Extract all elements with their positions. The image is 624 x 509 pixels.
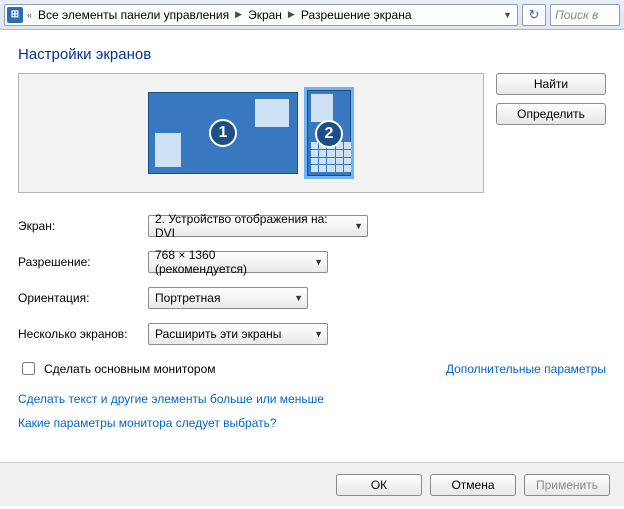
select-orientation[interactable]: Портретная ▼	[148, 287, 308, 309]
chevron-down-icon: ▼	[294, 293, 303, 303]
label-screen: Экран:	[18, 219, 148, 233]
primary-monitor-checkbox[interactable]: Сделать основным монитором	[18, 359, 216, 378]
breadcrumb[interactable]: ⊞ « Все элементы панели управления ▶ Экр…	[4, 4, 518, 26]
select-resolution-value: 768 × 1360 (рекомендуется)	[155, 248, 308, 276]
monitor-deco	[155, 133, 181, 167]
breadcrumb-leaf-label: Разрешение экрана	[301, 8, 412, 22]
display-arrange-box[interactable]: 1 2	[18, 73, 484, 193]
page-title: Настройки экранов	[18, 46, 606, 63]
chevron-down-icon: ▼	[314, 257, 323, 267]
primary-monitor-label: Сделать основным монитором	[44, 362, 216, 376]
address-dropdown[interactable]: ▼	[499, 5, 515, 25]
dialog-footer: ОК Отмена Применить	[0, 462, 624, 506]
find-button[interactable]: Найти	[496, 73, 606, 95]
search-input[interactable]: Поиск в	[550, 4, 620, 26]
identify-button[interactable]: Определить	[496, 103, 606, 125]
chevron-down-icon: ▼	[314, 329, 323, 339]
refresh-button[interactable]: ↻	[522, 4, 546, 26]
monitor-deco	[255, 99, 289, 127]
chevron-left-icon[interactable]: «	[25, 10, 34, 20]
row-multi: Несколько экранов: Расширить эти экраны …	[18, 323, 606, 345]
select-screen[interactable]: 2. Устройство отображения на: DVI ▼	[148, 215, 368, 237]
monitor-2-selected[interactable]: 2	[304, 87, 354, 179]
content-area: Настройки экранов 1 2 Найти Определи	[0, 30, 624, 430]
row-resolution: Разрешение: 768 × 1360 (рекомендуется) ▼	[18, 251, 606, 273]
chevron-down-icon: ▼	[354, 221, 363, 231]
ok-button[interactable]: ОК	[336, 474, 422, 496]
label-resolution: Разрешение:	[18, 255, 148, 269]
breadcrumb-root[interactable]: Все элементы панели управления	[34, 5, 233, 25]
select-orientation-value: Портретная	[155, 291, 220, 305]
breadcrumb-mid[interactable]: Экран	[244, 5, 286, 25]
row-primary-and-advanced: Сделать основным монитором Дополнительны…	[18, 359, 606, 378]
breadcrumb-root-label: Все элементы панели управления	[38, 8, 229, 22]
select-multi[interactable]: Расширить эти экраны ▼	[148, 323, 328, 345]
help-links: Сделать текст и другие элементы больше и…	[18, 392, 606, 430]
search-placeholder: Поиск в	[555, 8, 598, 22]
breadcrumb-mid-label: Экран	[248, 8, 282, 22]
row-screen: Экран: 2. Устройство отображения на: DVI…	[18, 215, 606, 237]
row-orientation: Ориентация: Портретная ▼	[18, 287, 606, 309]
select-screen-value: 2. Устройство отображения на: DVI	[155, 212, 348, 240]
monitor-deco	[311, 94, 333, 122]
label-multi: Несколько экранов:	[18, 327, 148, 341]
address-bar: ⊞ « Все элементы панели управления ▶ Экр…	[0, 0, 624, 30]
cancel-button[interactable]: Отмена	[430, 474, 516, 496]
monitor-1-number: 1	[209, 119, 237, 147]
control-panel-icon: ⊞	[7, 7, 23, 23]
text-size-link[interactable]: Сделать текст и другие элементы больше и…	[18, 392, 606, 406]
label-orientation: Ориентация:	[18, 291, 148, 305]
chevron-right-icon: ▶	[233, 9, 244, 20]
monitor-2-number: 2	[315, 120, 343, 148]
monitor-1[interactable]: 1	[148, 92, 298, 174]
select-multi-value: Расширить эти экраны	[155, 327, 281, 341]
apply-button[interactable]: Применить	[524, 474, 610, 496]
primary-monitor-checkbox-input[interactable]	[22, 362, 35, 375]
which-monitor-link[interactable]: Какие параметры монитора следует выбрать…	[18, 416, 606, 430]
select-resolution[interactable]: 768 × 1360 (рекомендуется) ▼	[148, 251, 328, 273]
arrange-side-buttons: Найти Определить	[496, 73, 606, 193]
chevron-right-icon: ▶	[286, 9, 297, 20]
breadcrumb-leaf[interactable]: Разрешение экрана	[297, 5, 416, 25]
advanced-settings-link[interactable]: Дополнительные параметры	[446, 362, 606, 376]
display-arrange-row: 1 2 Найти Определить	[18, 73, 606, 193]
